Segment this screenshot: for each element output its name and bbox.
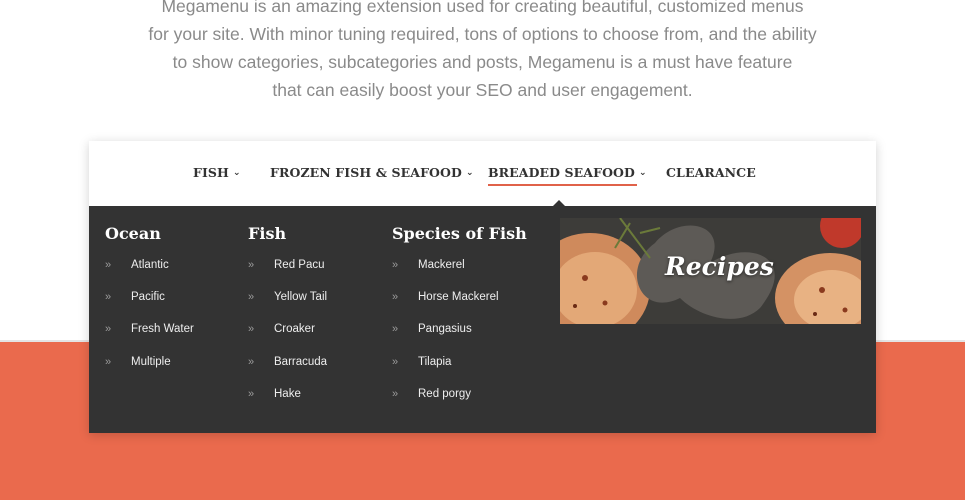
list-item-label: Atlantic (131, 259, 169, 271)
list-item-label: Yellow Tail (274, 291, 328, 304)
column-title: Fish (248, 224, 287, 243)
list-item[interactable]: » Fresh Water (105, 321, 194, 353)
list-item-label: Pacific (131, 291, 165, 304)
list-item[interactable]: » Yellow Tail (248, 289, 327, 321)
double-chevron-right-icon: » (392, 387, 399, 400)
nav-item-frozen-fish-seafood[interactable]: FROZEN FISH & SEAFOOD ⌄ (270, 165, 474, 180)
double-chevron-right-icon: » (248, 355, 255, 368)
chevron-down-icon: ⌄ (465, 168, 474, 178)
recipes-promo-image[interactable]: Recipes (560, 218, 861, 324)
intro-line: for your site. With minor tuning require… (148, 24, 817, 44)
column-title: Ocean (105, 224, 161, 243)
list-item-label: Barracuda (274, 355, 328, 368)
double-chevron-right-icon: » (248, 291, 255, 304)
list-item[interactable]: » Croaker (248, 321, 327, 353)
double-chevron-right-icon: » (248, 387, 255, 400)
column-title: Species of Fish (392, 224, 527, 243)
chevron-down-icon: ⌄ (232, 168, 241, 178)
list-item[interactable]: » Hake (248, 386, 327, 418)
list-item-label: Red Pacu (274, 259, 325, 271)
double-chevron-right-icon: » (105, 291, 112, 304)
list-item[interactable]: » Red Pacu (248, 257, 327, 289)
list-item-label: Croaker (274, 323, 315, 336)
recipes-label: Recipes (665, 252, 774, 281)
intro-line: to show categories, subcategories and po… (172, 52, 793, 72)
list-item[interactable]: » Red porgy (392, 386, 527, 418)
list-item-label: Fresh Water (131, 323, 194, 336)
nav-item-breaded-seafood[interactable]: BREADED SEAFOOD ⌄ (488, 165, 647, 186)
list-item[interactable]: » Atlantic (105, 257, 194, 289)
list-item-label: Hake (274, 387, 301, 400)
list-item[interactable]: » Pacific (105, 289, 194, 321)
double-chevron-right-icon: » (105, 355, 112, 368)
double-chevron-right-icon: » (392, 323, 399, 336)
list-item[interactable]: » Horse Mackerel (392, 289, 527, 321)
list-item[interactable]: » Pangasius (392, 321, 527, 353)
list-item[interactable]: » Multiple (105, 354, 194, 386)
nav-item-label: BREADED SEAFOOD (488, 165, 635, 180)
list-item-label: Pangasius (418, 323, 472, 336)
dropdown-panel: Ocean » Atlantic » Pacific » Fresh Water » M… (89, 206, 876, 433)
double-chevron-right-icon: » (248, 259, 255, 271)
list-item-label: Mackerel (418, 259, 465, 271)
list-item[interactable]: » Barracuda (248, 354, 327, 386)
double-chevron-right-icon: » (105, 259, 112, 271)
list-item-label: Multiple (131, 355, 171, 368)
menu-bar: FISH ⌄ FROZEN FISH & SEAFOOD ⌄ BREADED SEA… (89, 141, 876, 206)
list-item-label: Tilapia (418, 355, 452, 368)
nav-item-fish[interactable]: FISH ⌄ (193, 165, 241, 180)
nav-item-label: FROZEN FISH & SEAFOOD (270, 165, 462, 180)
intro-line: that can easily boost your SEO and user … (272, 80, 693, 100)
list-item[interactable]: » Mackerel (392, 257, 527, 289)
intro-paragraph: Megamenu is an amazing extension used fo… (0, 0, 965, 104)
nav-item-clearance[interactable]: CLEARANCE (666, 165, 756, 180)
list-item-label: Red porgy (418, 387, 472, 400)
menu-column-fish: Fish » Red Pacu » Yellow Tail » Croaker » Ba… (248, 224, 327, 418)
menu-column-ocean: Ocean » Atlantic » Pacific » Fresh Water » M… (105, 224, 194, 386)
double-chevron-right-icon: » (392, 355, 399, 368)
double-chevron-right-icon: » (105, 323, 112, 336)
list-item-label: Horse Mackerel (418, 291, 499, 304)
chevron-down-icon: ⌄ (638, 168, 647, 178)
intro-line: Megamenu is an amazing extension used fo… (161, 0, 804, 16)
menu-column-species-of-fish: Species of Fish » Mackerel » Horse Mackere… (392, 224, 527, 418)
nav-item-label: CLEARANCE (666, 165, 756, 180)
megamenu: FISH ⌄ FROZEN FISH & SEAFOOD ⌄ BREADED SEA… (89, 141, 876, 433)
nav-item-label: FISH (193, 165, 229, 180)
list-item[interactable]: » Tilapia (392, 354, 527, 386)
double-chevron-right-icon: » (248, 323, 255, 336)
double-chevron-right-icon: » (392, 259, 399, 271)
double-chevron-right-icon: » (392, 291, 399, 304)
